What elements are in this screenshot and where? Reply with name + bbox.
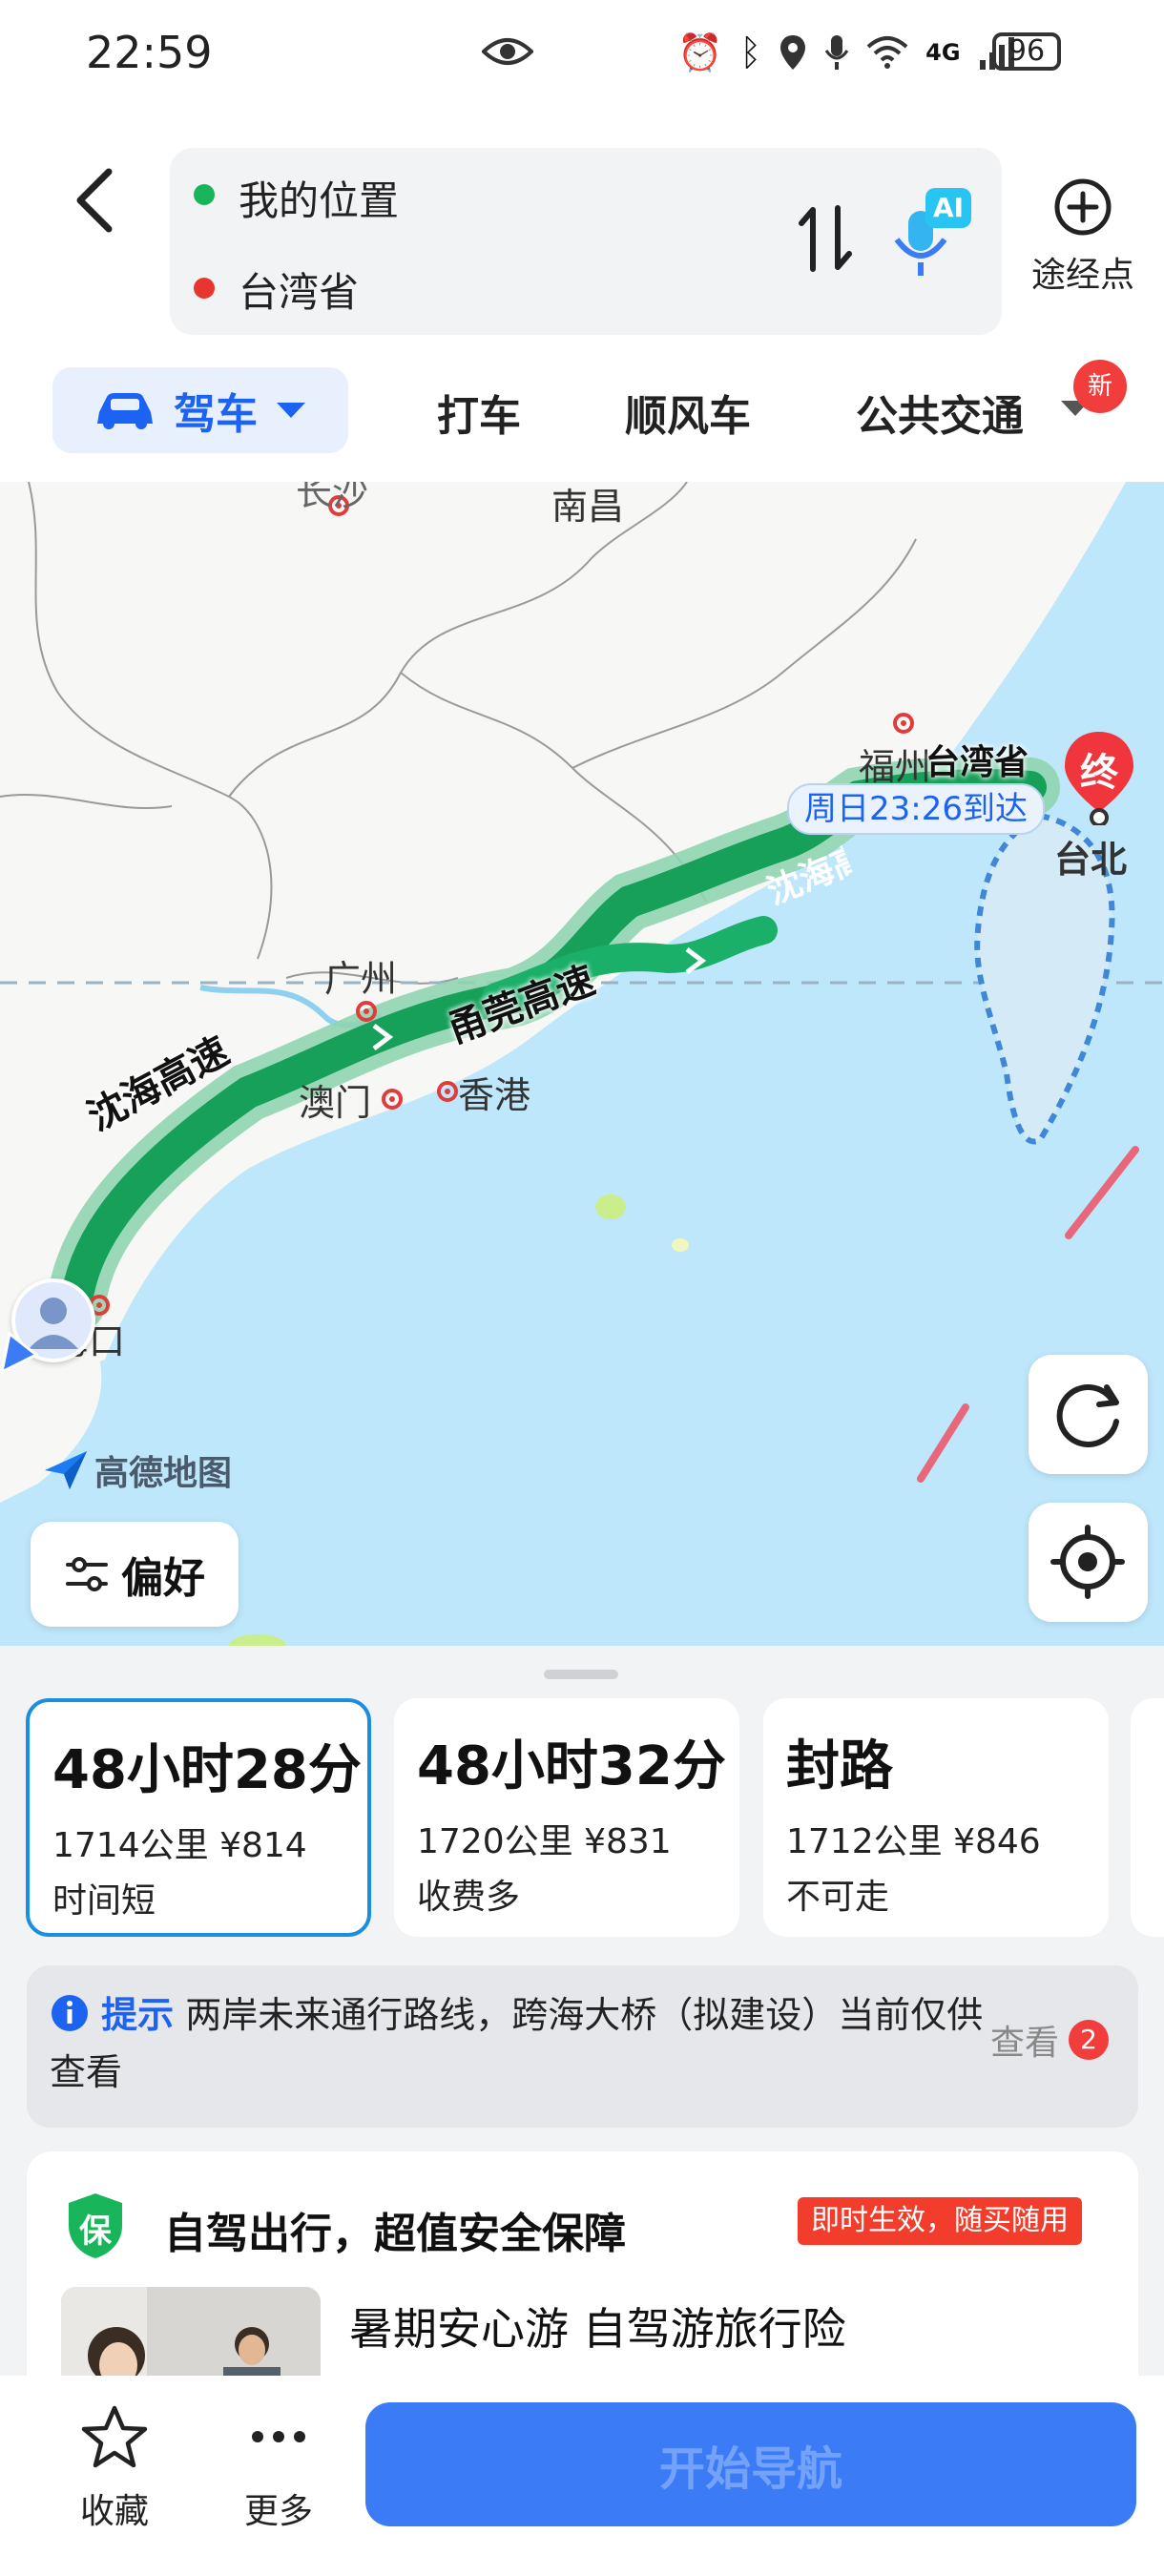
route-tip-banner[interactable]: 提示 两岸未来通行路线，跨海大桥（拟建设）当前仅供查看 查看 2 [27, 1965, 1138, 2128]
start-navigation-button[interactable]: 开始导航 [365, 2402, 1136, 2526]
city-label: 长沙 [296, 482, 369, 513]
network-type: 4G [925, 39, 961, 66]
more-button[interactable]: 更多 [221, 2404, 336, 2533]
amap-logo-icon [45, 1451, 87, 1489]
start-navigation-label: 开始导航 [658, 2442, 842, 2496]
destination-dot [194, 278, 215, 299]
tip-view-label: 查看 [990, 2024, 1060, 2063]
route-input-box: 我的位置 台湾省 [170, 148, 1002, 335]
tab-transit[interactable]: 公共交通 [856, 382, 1023, 443]
insurance-promo: 即时生效，随买随用 [798, 2197, 1082, 2245]
tip-text: 两岸未来通行路线，跨海大桥（拟建设）当前仅供查看 [50, 1994, 984, 2093]
mic-icon [824, 35, 849, 70]
chevron-down-icon [277, 403, 305, 418]
ai-badge: AI [925, 188, 971, 228]
route-duration: 48小时32分 [417, 1735, 726, 1797]
battery-indicator: 96 [992, 32, 1061, 71]
favorite-button[interactable]: 收藏 [57, 2404, 172, 2533]
tab-taxi[interactable]: 打车 [437, 382, 521, 443]
swap-icon[interactable] [792, 200, 859, 277]
tab-carpool[interactable]: 顺风车 [625, 382, 751, 443]
route-distance: 1720公里 [417, 1822, 573, 1861]
tip-count-badge: 2 [1069, 2020, 1110, 2060]
tab-drive-label: 驾车 [174, 390, 258, 439]
info-icon [52, 1995, 88, 2031]
route-duration: 48小时28分 [52, 1739, 362, 1801]
route-tag: 时间短 [52, 1881, 156, 1921]
new-badge: 新 [1073, 360, 1127, 413]
refresh-icon [1056, 1384, 1119, 1447]
city-label: 南昌 [551, 486, 625, 528]
arrival-time-label: 周日23:26到达 [787, 783, 1045, 835]
bluetooth-icon: ᛒ [739, 31, 762, 73]
route-option-card[interactable]: 封路 1712公里 ¥846 不可走 [763, 1698, 1109, 1937]
route-duration: 封路 [786, 1735, 893, 1797]
preference-label: 偏好 [121, 1554, 205, 1603]
refresh-button[interactable] [1029, 1355, 1148, 1474]
more-dots-icon [252, 2431, 305, 2442]
sliders-icon [66, 1557, 108, 1591]
route-option-card[interactable]: 48小时32分 1720公里 ¥831 收费多 [394, 1698, 739, 1937]
wifi-icon [866, 36, 908, 69]
route-map[interactable]: 长沙 南昌 福州 广州 澳门 香港 海口 台北 沈海高速 甬莞高速 沈海高速 台… [0, 482, 1164, 1646]
city-label: 香港 [458, 1074, 531, 1116]
car-icon [97, 393, 153, 429]
direction-arrow-icon [0, 1331, 38, 1374]
end-marker: 终 [1061, 730, 1137, 825]
locate-button[interactable] [1029, 1503, 1148, 1622]
city-label: 福州 [859, 746, 932, 788]
alarm-icon: ⏰ [677, 31, 723, 73]
route-tag: 不可走 [786, 1878, 890, 1917]
waypoint-button[interactable]: 途经点 [1021, 177, 1145, 297]
route-option-card-peek[interactable] [1131, 1698, 1164, 1937]
destination-field[interactable]: 台湾省 [239, 260, 359, 319]
insurance-title: 自驾出行，超值安全保障 [164, 2210, 626, 2258]
status-time: 22:59 [86, 27, 213, 78]
star-icon [81, 2405, 148, 2468]
origin-dot [194, 184, 215, 205]
tip-text-block: 提示 两岸未来通行路线，跨海大桥（拟建设）当前仅供查看 [50, 1986, 994, 2101]
map-brand-text: 高德地图 [94, 1454, 233, 1493]
route-distance: 1714公里 [52, 1826, 209, 1865]
tip-title: 提示 [101, 1994, 175, 2036]
route-tag: 收费多 [417, 1878, 521, 1917]
origin-field[interactable]: 我的位置 [239, 169, 399, 227]
route-cost: ¥831 [584, 1822, 672, 1861]
eye-icon [482, 38, 533, 65]
route-distance-cost: 1720公里 ¥831 [417, 1814, 717, 1863]
status-icons: ⏰ ᛒ 4G [677, 29, 1016, 76]
preference-button[interactable]: 偏好 [31, 1522, 239, 1627]
city-label: 澳门 [299, 1082, 372, 1124]
tab-drive[interactable]: 驾车 [52, 367, 348, 453]
tip-view-link[interactable]: 查看 2 [990, 2015, 1110, 2065]
map-brand: 高德地图 [43, 1445, 232, 1495]
back-arrow-icon[interactable] [67, 162, 124, 239]
route-cost: ¥814 [219, 1826, 307, 1865]
status-bar: 22:59 ⏰ ᛒ 4G 96 [0, 0, 1164, 114]
city-label: 广州 [324, 958, 398, 1000]
insurance-badge-text: 保 [79, 2212, 112, 2251]
waypoint-label: 途经点 [1030, 256, 1134, 295]
more-label: 更多 [243, 2492, 313, 2531]
route-distance: 1712公里 [786, 1822, 943, 1861]
sheet-handle[interactable] [544, 1670, 618, 1679]
insurance-product: 暑期安心游 自驾游旅行险 [349, 2303, 846, 2355]
route-distance-cost: 1712公里 ¥846 [786, 1814, 1086, 1863]
city-label: 台北 [1054, 839, 1128, 881]
destination-name: 台湾省 [925, 743, 1029, 782]
location-icon [780, 35, 806, 70]
insurance-badge: 保 [65, 2192, 126, 2260]
route-option-card[interactable]: 48小时28分 1714公里 ¥814 时间短 [26, 1698, 371, 1937]
favorite-label: 收藏 [79, 2492, 149, 2531]
ai-voice-button[interactable]: AI [887, 186, 973, 281]
route-cost: ¥846 [953, 1822, 1041, 1861]
end-marker-label: 终 [1080, 751, 1118, 795]
route-distance-cost: 1714公里 ¥814 [52, 1818, 344, 1867]
add-circle-icon [1054, 178, 1112, 236]
locate-icon [1050, 1525, 1125, 1599]
